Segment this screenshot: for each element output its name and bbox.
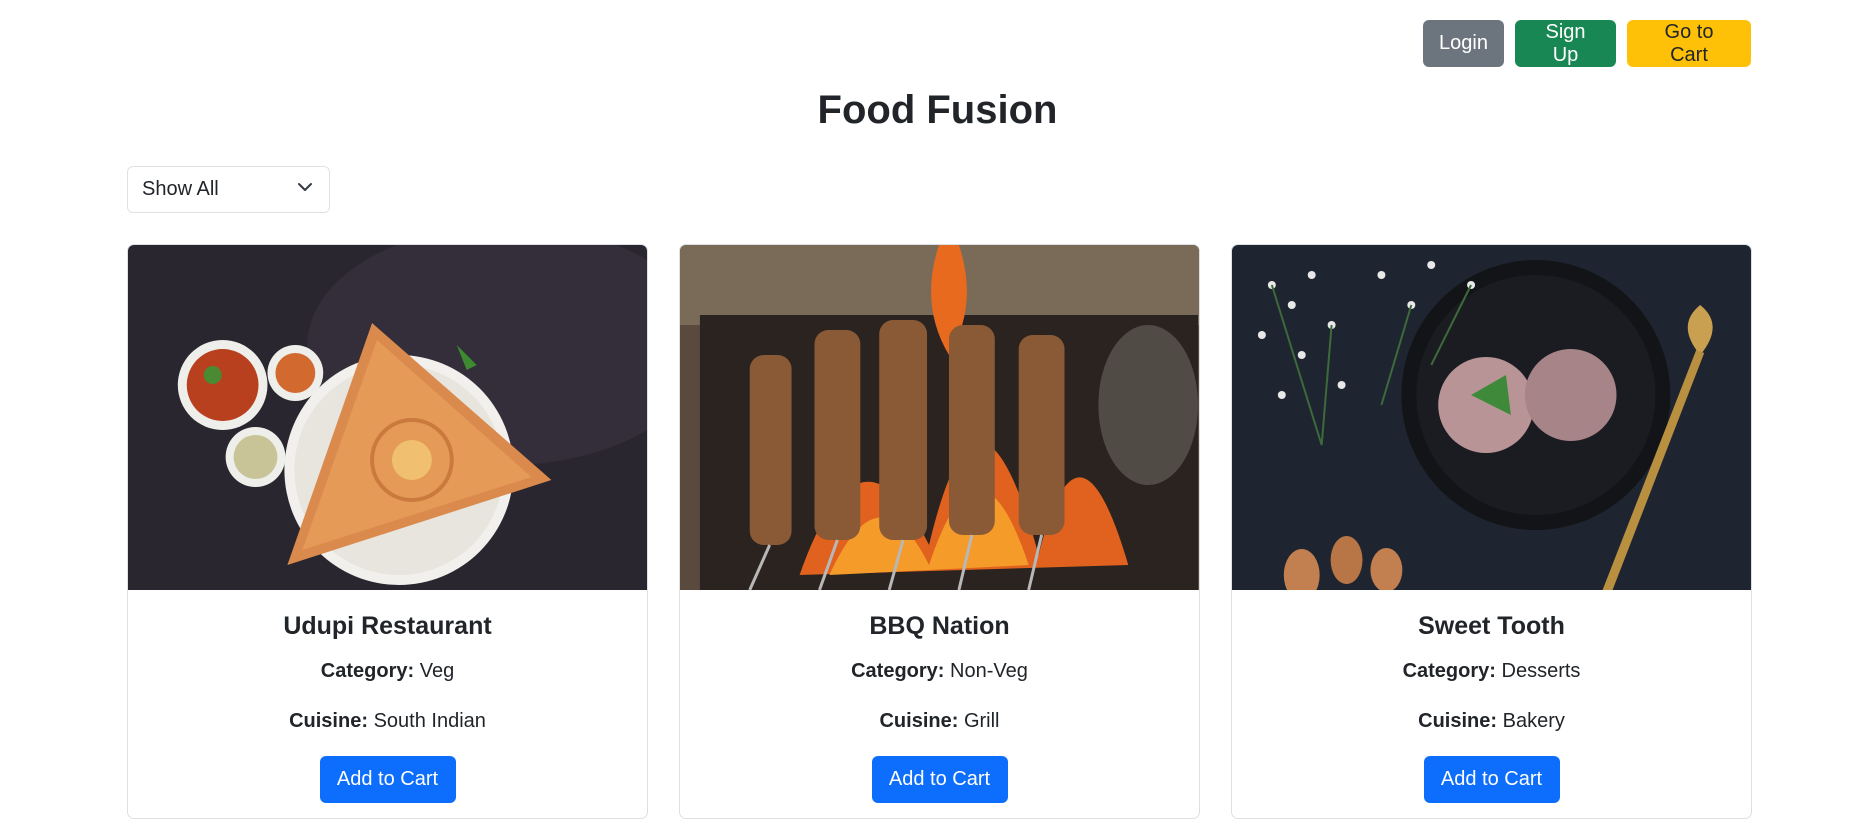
category-label: Category: [320,660,415,682]
restaurant-card: Sweet Tooth Category: Desserts Cuisine: … [1231,244,1752,819]
restaurant-name: Sweet Tooth [1418,612,1565,640]
restaurant-category: Category: Veg [128,658,647,684]
restaurant-name: BBQ Nation [869,612,1010,640]
category-value: Veg [419,660,455,682]
restaurant-card: Udupi Restaurant Category: Veg Cuisine: … [127,244,648,819]
chevron-down-icon [297,178,313,201]
category-value: Non-Veg [950,660,1028,682]
restaurant-category: Category: Non-Veg [680,658,1199,684]
add-to-cart-button[interactable]: Add to Cart [871,756,1008,803]
restaurant-card: BBQ Nation Category: Non-Veg Cuisine: Gr… [679,244,1200,819]
cuisine-label: Cuisine: [879,710,959,732]
add-to-cart-button[interactable]: Add to Cart [319,756,456,803]
restaurant-category: Category: Desserts [1232,658,1751,684]
restaurant-cuisine: Cuisine: Grill [680,708,1199,734]
header-actions: Login Sign Up Go to Cart [1423,20,1751,67]
category-filter-select[interactable]: Show All [127,166,330,213]
cuisine-label: Cuisine: [1418,710,1498,732]
cuisine-label: Cuisine: [289,710,368,732]
page-title: Food Fusion [817,88,1058,132]
bbq-skewers-image [680,245,1199,590]
category-label: Category: [1402,660,1496,682]
filter-selected-value: Show All [142,178,219,200]
restaurant-cuisine: Cuisine: South Indian [128,708,647,734]
cuisine-value: Bakery [1502,710,1565,732]
category-label: Category: [851,660,945,682]
signup-button[interactable]: Sign Up [1515,20,1616,67]
login-button[interactable]: Login [1423,20,1504,67]
category-value: Desserts [1501,660,1581,682]
go-to-cart-button[interactable]: Go to Cart [1627,20,1751,67]
ice-cream-image [1232,245,1751,590]
restaurant-cuisine: Cuisine: Bakery [1232,708,1751,734]
cuisine-value: South Indian [373,710,486,732]
add-to-cart-button[interactable]: Add to Cart [1423,756,1560,803]
restaurant-card-list: Udupi Restaurant Category: Veg Cuisine: … [127,244,1752,819]
restaurant-name: Udupi Restaurant [283,612,492,640]
cuisine-value: Grill [963,710,1000,732]
dosa-image [128,245,647,590]
